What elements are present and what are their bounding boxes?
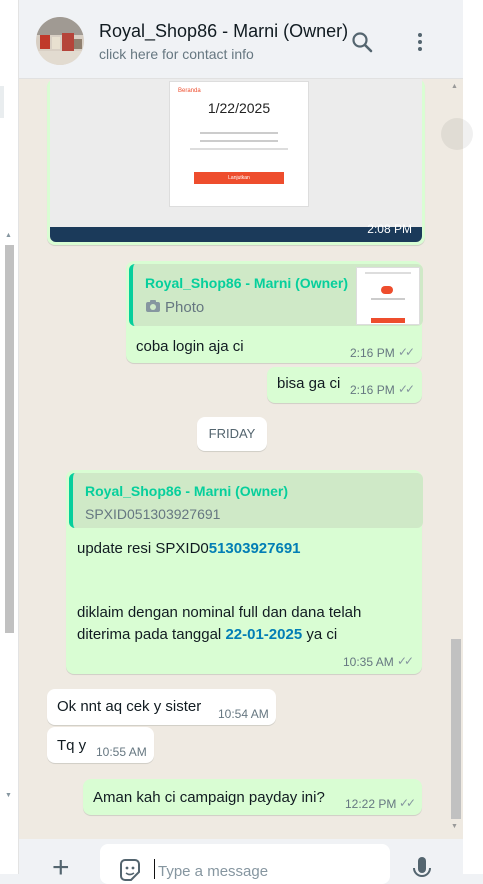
image-preview[interactable]: Beranda 1/22/2025 Lanjutkan 2:08 PM bbox=[50, 79, 422, 242]
message-text: Aman kah ci campaign payday ini? bbox=[93, 789, 325, 806]
quoted-message[interactable]: Royal_Shop86 - Marni (Owner) SPXID051303… bbox=[69, 473, 423, 528]
card-brand: Beranda bbox=[178, 88, 201, 94]
taskbar bbox=[50, 227, 422, 242]
scroll-down-arrow-icon[interactable]: ▼ bbox=[5, 792, 12, 799]
message-time: 10:55 AM bbox=[96, 745, 147, 759]
double-check-icon: ✓✓ bbox=[399, 796, 416, 810]
quote-author: Royal_Shop86 - Marni (Owner) bbox=[145, 275, 349, 291]
search-icon[interactable] bbox=[350, 30, 374, 54]
card-line bbox=[190, 148, 288, 150]
reply-message[interactable]: Royal_Shop86 - Marni (Owner) SPXID051303… bbox=[66, 470, 423, 674]
text-caret bbox=[154, 859, 155, 879]
avatar-image-icon bbox=[36, 17, 84, 65]
microphone-icon[interactable] bbox=[412, 856, 432, 882]
double-check-icon: ✓✓ bbox=[398, 382, 415, 396]
message-text: bisa ga ci bbox=[277, 375, 341, 392]
message-text: Tq y bbox=[57, 737, 87, 754]
message-text: Ok nnt aq cek y sister bbox=[57, 698, 202, 715]
date-link[interactable]: 22-01-2025 bbox=[225, 626, 302, 643]
outgoing-message[interactable]: bisa ga ci 2:16 PM ✓✓ bbox=[267, 367, 422, 403]
message-time: 12:22 PM bbox=[345, 797, 397, 811]
message-line: update resi SPXID051303927691 bbox=[77, 540, 301, 557]
incoming-message[interactable]: Ok nnt aq cek y sister 10:54 AM bbox=[47, 689, 276, 725]
message-time: 10:35 AM bbox=[343, 655, 394, 669]
outgoing-message[interactable]: Aman kah ci campaign payday ini? 12:22 P… bbox=[83, 779, 422, 815]
screenshot-card: Beranda 1/22/2025 Lanjutkan bbox=[169, 81, 309, 207]
floating-button[interactable] bbox=[441, 118, 473, 150]
message-time: 2:16 PM bbox=[350, 383, 395, 397]
contact-info-link[interactable]: click here for contact info bbox=[99, 46, 254, 62]
incoming-message[interactable]: Tq y 10:55 AM bbox=[47, 727, 154, 763]
quote-label: Photo bbox=[165, 299, 205, 316]
quote-text: SPXID051303927691 bbox=[85, 506, 221, 522]
contact-name[interactable]: Royal_Shop86 - Marni (Owner) bbox=[99, 21, 348, 42]
message-text: coba login aja ci bbox=[136, 338, 244, 355]
sticker-icon[interactable] bbox=[117, 858, 143, 884]
chat-scroll-down-icon[interactable]: ▼ bbox=[451, 823, 458, 830]
left-pane-edge: ▲ ▼ bbox=[0, 0, 19, 874]
message-line: diklaim dengan nominal full dan dana tel… bbox=[77, 604, 362, 621]
compose-bar: + Type a message bbox=[19, 839, 463, 884]
chat-scrollbar-thumb[interactable] bbox=[451, 639, 461, 819]
chat-header[interactable]: Royal_Shop86 - Marni (Owner) click here … bbox=[19, 4, 463, 79]
message-time: 2:16 PM bbox=[350, 346, 395, 360]
attach-plus-icon[interactable]: + bbox=[52, 853, 70, 883]
double-check-icon: ✓✓ bbox=[397, 654, 414, 668]
card-button: Lanjutkan bbox=[194, 172, 284, 184]
tracking-link[interactable]: 51303927691 bbox=[209, 540, 301, 557]
double-check-icon: ✓✓ bbox=[398, 345, 415, 359]
right-pane-edge bbox=[441, 0, 483, 874]
left-pane-tab bbox=[0, 86, 4, 118]
image-message[interactable]: Beranda 1/22/2025 Lanjutkan 2:08 PM bbox=[47, 79, 425, 245]
date-divider: FRIDAY bbox=[197, 417, 267, 451]
message-input-placeholder: Type a message bbox=[158, 863, 269, 880]
quote-thumbnail bbox=[356, 267, 420, 325]
chat-scroll-up-icon[interactable]: ▲ bbox=[451, 83, 458, 90]
card-line bbox=[200, 132, 278, 134]
quote-author: Royal_Shop86 - Marni (Owner) bbox=[85, 483, 289, 499]
message-time: 2:08 PM bbox=[367, 222, 412, 236]
camera-icon bbox=[146, 300, 160, 312]
message-line: diterima pada tanggal 22-01-2025 ya ci bbox=[77, 626, 338, 643]
quoted-message[interactable]: Royal_Shop86 - Marni (Owner) Photo bbox=[129, 264, 423, 326]
message-input[interactable]: Type a message bbox=[100, 844, 390, 884]
chat-panel[interactable]: Beranda 1/22/2025 Lanjutkan 2:08 PM Roya… bbox=[19, 79, 463, 839]
card-date: 1/22/2025 bbox=[207, 100, 271, 116]
avatar[interactable] bbox=[36, 17, 84, 65]
scroll-up-arrow-icon[interactable]: ▲ bbox=[5, 232, 12, 239]
card-line bbox=[200, 140, 278, 142]
left-scrollbar-thumb[interactable] bbox=[5, 245, 14, 633]
menu-icon[interactable] bbox=[408, 30, 432, 54]
reply-message[interactable]: Royal_Shop86 - Marni (Owner) Photo coba … bbox=[126, 261, 423, 363]
message-time: 10:54 AM bbox=[218, 707, 269, 721]
